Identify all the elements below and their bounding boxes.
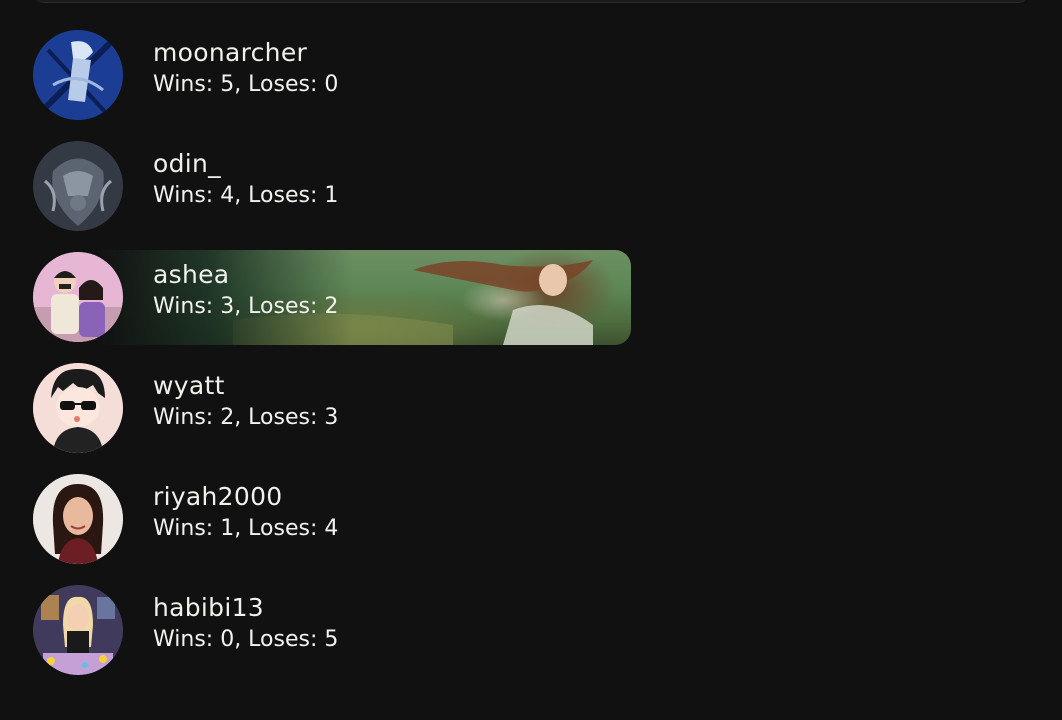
player-record: Wins: 0, Loses: 5 [153,627,339,652]
player-record: Wins: 1, Loses: 4 [153,516,339,541]
list-item[interactable]: habibi13 Wins: 0, Loses: 5 [33,583,633,678]
armored-knight-avatar-icon [33,141,123,231]
woman-portrait-avatar-icon [33,474,123,564]
top-panel-edge [34,0,1028,3]
player-record: Wins: 5, Loses: 0 [153,72,339,97]
couple-avatar-icon [33,252,123,342]
player-record: Wins: 4, Loses: 1 [153,183,339,208]
list-item[interactable]: moonarcher Wins: 5, Loses: 0 [33,28,633,123]
list-item[interactable]: wyatt Wins: 2, Loses: 3 [33,361,633,456]
player-username: riyah2000 [153,482,283,511]
girl-room-avatar-icon [33,585,123,675]
player-record: Wins: 2, Loses: 3 [153,405,339,430]
list-item[interactable]: riyah2000 Wins: 1, Loses: 4 [33,472,633,567]
moon-archer-avatar-icon [33,30,123,120]
player-username: wyatt [153,371,225,400]
player-username: habibi13 [153,593,265,622]
list-item[interactable]: odin_ Wins: 4, Loses: 1 [33,139,633,234]
list-item-highlighted[interactable]: ashea Wins: 3, Loses: 2 [33,250,633,345]
player-username: moonarcher [153,38,308,67]
player-record: Wins: 3, Loses: 2 [153,294,339,319]
player-username: odin_ [153,149,221,178]
player-username: ashea [153,260,230,289]
sunglasses-boy-avatar-icon [33,363,123,453]
